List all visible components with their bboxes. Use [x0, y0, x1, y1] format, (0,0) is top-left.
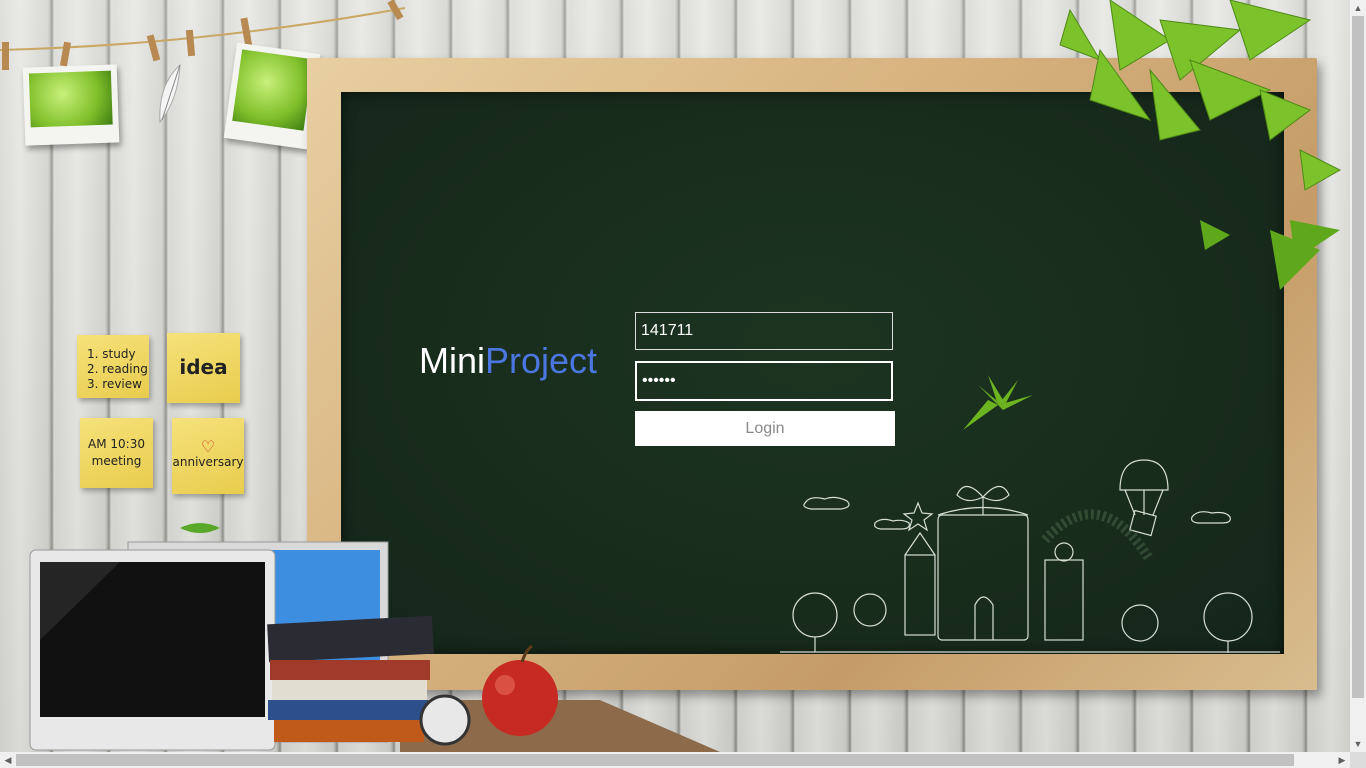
username-input[interactable] [635, 312, 893, 350]
vertical-scroll-thumb[interactable] [1352, 16, 1364, 698]
sticky-note-meeting: AM 10:30 meeting [80, 418, 153, 488]
note-list-item: 1. study [87, 347, 136, 361]
note-list-item: 2. reading [87, 362, 148, 376]
scrollbar-corner [1350, 752, 1366, 768]
note-list-item: 3. review [87, 377, 142, 391]
note-anniversary-text: anniversary [172, 455, 244, 469]
leaf-icon [963, 375, 1033, 430]
sticky-note-idea: idea [167, 333, 240, 403]
login-button[interactable]: Login [635, 411, 895, 446]
sticky-note-list: 1. study 2. reading 3. review [77, 335, 149, 398]
app-brand-title: MiniProject [419, 340, 597, 382]
brand-mini: Mini [419, 340, 486, 381]
scroll-up-icon[interactable]: ▲ [1350, 0, 1366, 16]
feather-icon [159, 63, 181, 124]
photo-butterfly [22, 64, 120, 146]
horizontal-scroll-thumb[interactable] [16, 754, 1294, 766]
scroll-right-icon[interactable]: ▶ [1334, 752, 1350, 768]
desk-decoration [29, 523, 720, 752]
vertical-scrollbar[interactable]: ▲ ▼ [1350, 0, 1366, 752]
chalk-doodle-village [780, 459, 1280, 653]
note-meeting-time: AM 10:30 [88, 437, 145, 451]
brand-project: Project [485, 340, 598, 381]
password-input[interactable] [635, 361, 893, 401]
horizontal-scrollbar[interactable]: ◀ ▶ [0, 752, 1350, 768]
scroll-down-icon[interactable]: ▼ [1350, 736, 1366, 752]
heart-icon: ♡ [200, 437, 216, 456]
leaves-decoration [1059, 0, 1342, 290]
sticky-note-anniversary: ♡ anniversary [172, 418, 244, 494]
note-idea-text: idea [179, 355, 228, 379]
note-meeting-label: meeting [91, 454, 142, 468]
scroll-left-icon[interactable]: ◀ [0, 752, 16, 768]
photo-grasshopper [223, 42, 321, 150]
